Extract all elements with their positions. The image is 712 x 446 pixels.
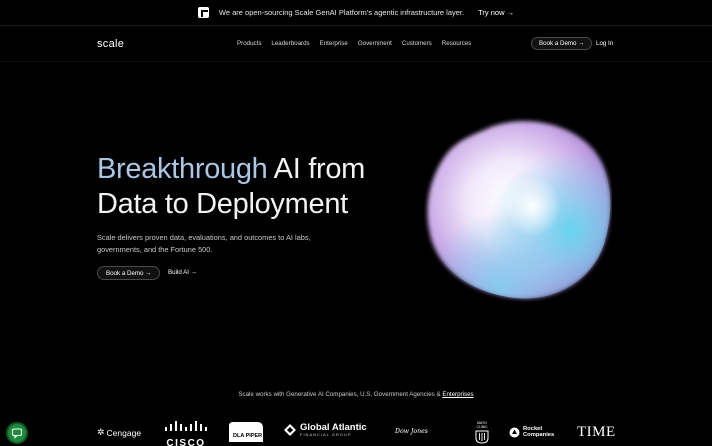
login-link[interactable]: Log In (596, 40, 613, 47)
arrow-logo-icon (197, 7, 209, 18)
time-logo: TIME (577, 424, 616, 440)
hero-title: Breakthrough AI from Data to Deployment (97, 152, 417, 222)
announcement-bar: We are open-sourcing Scale GenAI Platfor… (0, 0, 712, 26)
top-nav: scale Products Leaderboards Enterprise G… (0, 26, 712, 62)
mayo-clinic-logo: MAYO CLINIC (472, 421, 492, 445)
dla-piper-wordmark: DLA PIPER (233, 433, 263, 439)
hero-title-line1-rest: AI from (267, 153, 366, 185)
nav-item-leaderboards[interactable]: Leaderboards (271, 40, 309, 47)
global-atlantic-logo: Global Atlantic FINANCIAL GROUP (284, 423, 367, 437)
cengage-wordmark: Cengage (106, 427, 142, 438)
cisco-logo: CISCO (163, 420, 209, 446)
chat-widget-button[interactable] (6, 422, 28, 444)
mayo-clinic-wordmark: MAYO CLINIC (476, 421, 488, 429)
nav-divider (0, 61, 712, 62)
mayo-shield-icon (475, 430, 489, 444)
hero-title-accent: Breakthrough (97, 153, 268, 185)
dla-piper-logo: DLA PIPER (227, 420, 265, 444)
hero-book-demo-button[interactable]: Book a Demo → (97, 266, 161, 280)
announcement-text: We are open-sourcing Scale GenAI Platfor… (218, 8, 465, 17)
nav-item-government[interactable]: Government (358, 40, 392, 47)
hero-title-line2: Data to Deployment (97, 188, 348, 220)
global-atlantic-wordmark: Global Atlantic (300, 422, 367, 433)
cisco-bars-icon (165, 421, 207, 431)
hero-orb-graphic (427, 121, 611, 299)
build-ai-link[interactable]: Build AI → (168, 269, 197, 276)
partners-caption-text: Scale works with Generative AI Companies… (238, 391, 443, 398)
cengage-logo: ✲ Cengage (97, 427, 141, 438)
nav-book-demo-button[interactable]: Book a Demo → (531, 37, 593, 50)
cisco-wordmark: CISCO (166, 438, 206, 446)
dow-jones-logo: Dow Jones (395, 428, 428, 435)
partners-caption: Scale works with Generative AI Companies… (0, 391, 712, 398)
rocket-wordmark-line2: Companies (523, 432, 555, 438)
nav-item-enterprise[interactable]: Enterprise (320, 40, 348, 47)
chat-icon (11, 428, 23, 439)
hero-subtitle: Scale delivers proven data, evaluations,… (97, 233, 311, 254)
brand-logo[interactable]: scale (97, 38, 124, 50)
nav-menu: Products Leaderboards Enterprise Governm… (237, 40, 471, 47)
rocket-companies-logo: Rocket Companies (509, 426, 554, 438)
nav-item-customers[interactable]: Customers (402, 40, 432, 47)
enterprises-link[interactable]: Enterprises (442, 391, 473, 398)
nav-item-products[interactable]: Products (237, 40, 261, 47)
try-now-link[interactable]: Try now → (478, 8, 514, 17)
partner-logos: ✲ Cengage CISCO DLA PIPER Global Atlanti… (97, 420, 617, 446)
cengage-mark-icon: ✲ (97, 427, 105, 437)
nav-item-resources[interactable]: Resources (442, 40, 472, 47)
global-atlantic-mark-icon (284, 424, 296, 436)
dla-piper-mark-icon (229, 422, 263, 442)
rocket-mark-icon (509, 427, 520, 437)
